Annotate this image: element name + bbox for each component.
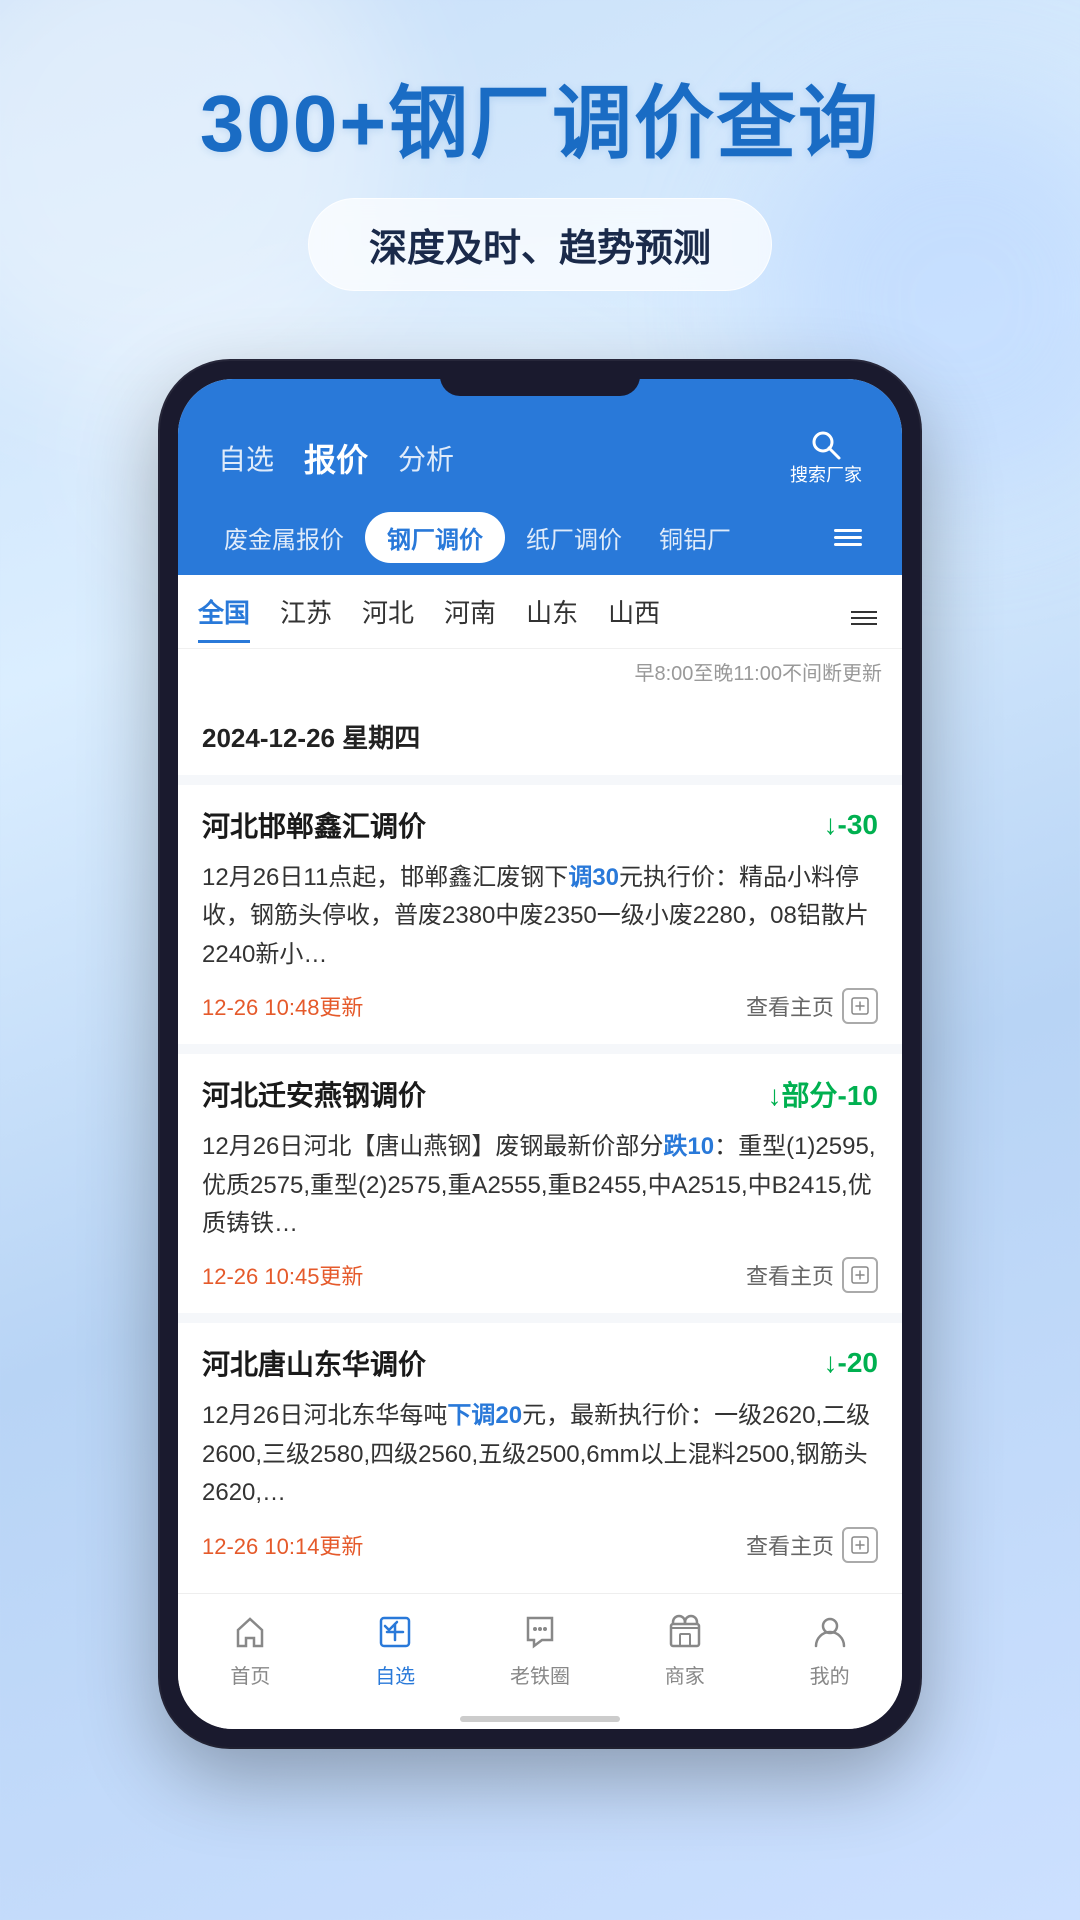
card-body-1: 12月26日11点起，邯郸鑫汇废钢下调30元执行价：精品小料停收，钢筋头停收，普… <box>202 859 878 974</box>
home-link-icon-2 <box>842 1257 878 1293</box>
update-stamp-1: 12-26 10:48更新 <box>202 990 363 1022</box>
update-stamp-2: 12-26 10:45更新 <box>202 1259 363 1291</box>
watchlist-nav-icon <box>373 1610 417 1654</box>
card-title-2: 河北迁安燕钢调价 <box>202 1074 426 1114</box>
profile-nav-icon <box>808 1610 852 1654</box>
nav-label-watchlist: 自选 <box>375 1660 415 1689</box>
nav-row: 自选 报价 分析 搜索厂家 <box>208 429 872 502</box>
price-card-2[interactable]: 河北迁安燕钢调价 ↓部分-10 12月26日河北【唐山燕钢】废钢最新价部分跌10… <box>178 1054 902 1313</box>
phone-notch <box>440 361 640 396</box>
nav-item-profile[interactable]: 我的 <box>757 1610 902 1689</box>
home-bar <box>460 1716 620 1722</box>
card-header-2: 河北迁安燕钢调价 ↓部分-10 <box>202 1074 878 1114</box>
cat-tab-paper[interactable]: 纸厂调价 <box>510 512 638 563</box>
card-footer-2: 12-26 10:45更新 查看主页 <box>202 1257 878 1293</box>
merchant-nav-icon <box>663 1610 707 1654</box>
nav-tab-fenxi[interactable]: 分析 <box>398 438 454 478</box>
content-area: 2024-12-26 星期四 河北邯郸鑫汇调价 ↓-30 12月26日11点起，… <box>178 698 902 1583</box>
home-nav-icon <box>228 1610 272 1654</box>
nav-tabs: 自选 报价 分析 <box>218 435 454 481</box>
region-tabs: 全国 江苏 河北 河南 山东 山西 <box>198 593 846 643</box>
nav-label-home: 首页 <box>230 1660 270 1689</box>
region-tab-all[interactable]: 全国 <box>198 593 250 643</box>
nav-label-profile: 我的 <box>810 1660 850 1689</box>
home-link-icon-1 <box>842 988 878 1024</box>
home-indicator <box>178 1709 902 1729</box>
region-tab-jiangsu[interactable]: 江苏 <box>280 593 332 643</box>
main-title: 300+钢厂调价查询 <box>60 80 1020 168</box>
bottom-nav: 首页 自选 <box>178 1593 902 1709</box>
cat-tab-steel[interactable]: 钢厂调价 <box>365 512 505 563</box>
update-stamp-3: 12-26 10:14更新 <box>202 1529 363 1561</box>
category-menu-icon[interactable] <box>824 524 872 551</box>
nav-label-community: 老铁圈 <box>510 1660 570 1689</box>
app-header: 自选 报价 分析 搜索厂家 废金属报价 钢厂调价 <box>178 379 902 575</box>
nav-tab-zixuan[interactable]: 自选 <box>218 438 274 478</box>
price-change-2: ↓部分-10 <box>768 1074 878 1114</box>
region-bar: 全国 江苏 河北 河南 山东 山西 <box>178 575 902 649</box>
community-nav-icon <box>518 1610 562 1654</box>
nav-item-watchlist[interactable]: 自选 <box>323 1610 468 1689</box>
phone-mockup: 自选 报价 分析 搜索厂家 废金属报价 钢厂调价 <box>0 361 1080 1747</box>
home-link-icon-3 <box>842 1527 878 1563</box>
search-label: 搜索厂家 <box>790 461 862 487</box>
card-footer-3: 12-26 10:14更新 查看主页 <box>202 1527 878 1563</box>
price-card-3[interactable]: 河北唐山东华调价 ↓-20 12月26日河北东华每吨下调20元，最新执行价：一级… <box>178 1323 902 1582</box>
region-menu-icon[interactable] <box>846 606 882 630</box>
cat-tab-scrap[interactable]: 废金属报价 <box>208 512 360 563</box>
nav-item-community[interactable]: 老铁圈 <box>468 1610 613 1689</box>
cat-tab-copper[interactable]: 铜铝厂 <box>643 512 747 563</box>
card-body-3: 12月26日河北东华每吨下调20元，最新执行价：一级2620,二级2600,三级… <box>202 1397 878 1512</box>
nav-item-merchant[interactable]: 商家 <box>612 1610 757 1689</box>
card-body-2: 12月26日河北【唐山燕钢】废钢最新价部分跌10：重型(1)2595,优质257… <box>202 1128 878 1243</box>
nav-item-home[interactable]: 首页 <box>178 1610 323 1689</box>
view-home-3[interactable]: 查看主页 <box>746 1527 878 1563</box>
price-card-1[interactable]: 河北邯郸鑫汇调价 ↓-30 12月26日11点起，邯郸鑫汇废钢下调30元执行价：… <box>178 785 902 1044</box>
price-change-1: ↓-30 <box>824 809 878 841</box>
category-row: 废金属报价 钢厂调价 纸厂调价 铜铝厂 <box>208 502 872 575</box>
region-tab-hebei[interactable]: 河北 <box>362 593 414 643</box>
price-change-3: ↓-20 <box>824 1347 878 1379</box>
card-header-3: 河北唐山东华调价 ↓-20 <box>202 1343 878 1383</box>
search-icon <box>810 429 842 461</box>
view-home-2[interactable]: 查看主页 <box>746 1257 878 1293</box>
nav-label-merchant: 商家 <box>665 1660 705 1689</box>
nav-tab-baojia[interactable]: 报价 <box>304 435 368 481</box>
region-tab-shandong[interactable]: 山东 <box>526 593 578 643</box>
region-tab-shanxi[interactable]: 山西 <box>608 593 660 643</box>
view-home-label-1: 查看主页 <box>746 990 834 1022</box>
card-title-1: 河北邯郸鑫汇调价 <box>202 805 426 845</box>
card-title-3: 河北唐山东华调价 <box>202 1343 426 1383</box>
search-button[interactable]: 搜索厂家 <box>790 429 862 487</box>
subtitle-badge: 深度及时、趋势预测 <box>308 198 772 291</box>
view-home-1[interactable]: 查看主页 <box>746 988 878 1024</box>
region-tab-henan[interactable]: 河南 <box>444 593 496 643</box>
view-home-label-2: 查看主页 <box>746 1259 834 1291</box>
card-footer-1: 12-26 10:48更新 查看主页 <box>202 988 878 1024</box>
update-notice: 早8:00至晚11:00不间断更新 <box>178 649 902 698</box>
view-home-label-3: 查看主页 <box>746 1529 834 1561</box>
card-header-1: 河北邯郸鑫汇调价 ↓-30 <box>202 805 878 845</box>
date-header: 2024-12-26 星期四 <box>178 698 902 775</box>
